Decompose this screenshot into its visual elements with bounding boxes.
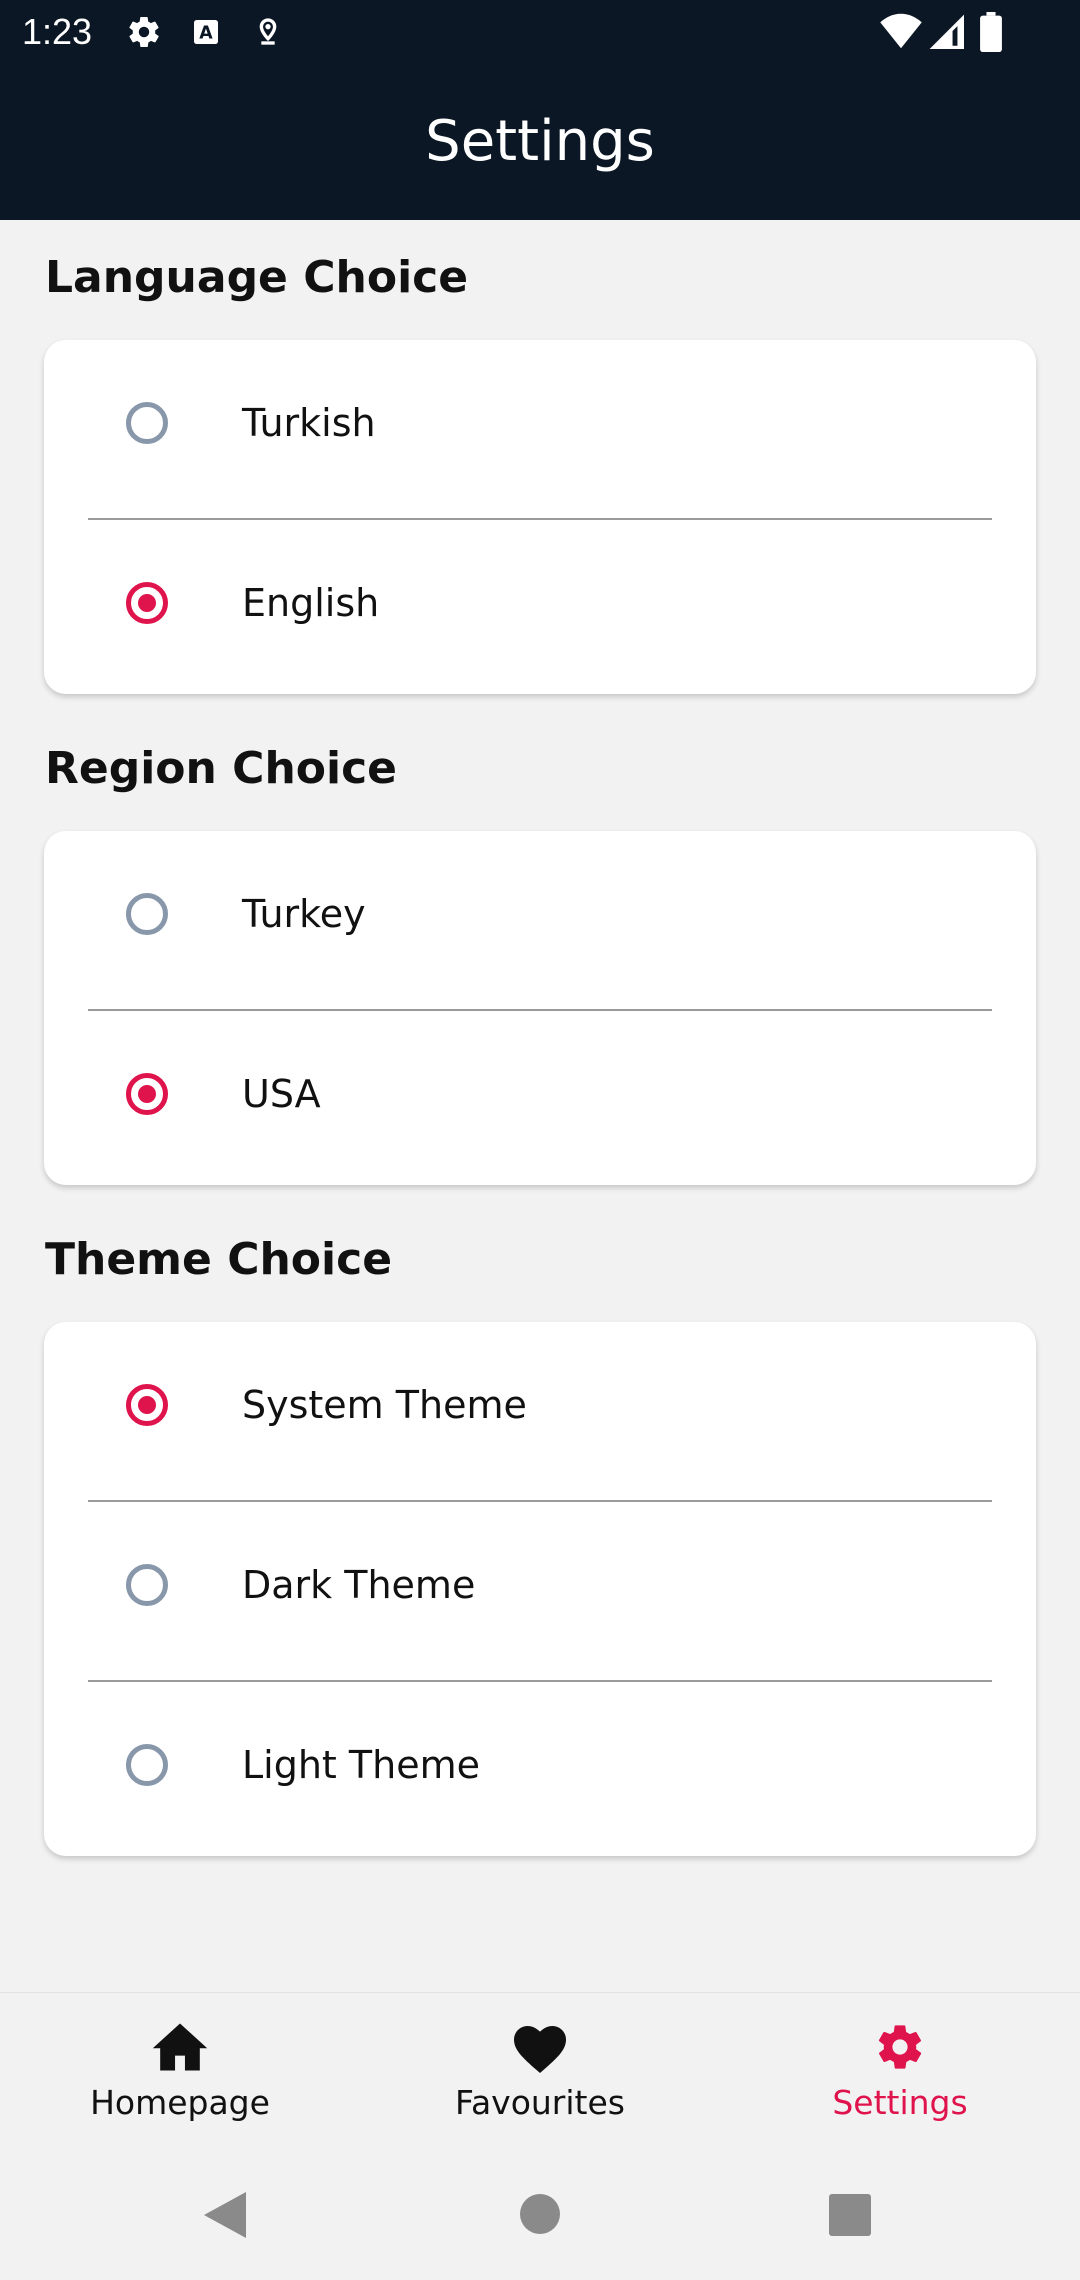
language-section-title: Language Choice [45, 252, 469, 303]
signal-icon [928, 12, 964, 54]
nav-label: Settings [832, 2083, 968, 2122]
bottom-navigation: Homepage Favourites Settings [0, 1992, 1080, 2139]
region-option-turkey[interactable]: Turkey [44, 831, 1036, 1009]
heart-icon [510, 2021, 570, 2073]
nav-item-favourites[interactable]: Favourites [360, 1993, 720, 2139]
keyboard-a-icon: A [190, 14, 222, 54]
home-circle-icon[interactable] [519, 2193, 561, 2239]
wifi-icon [880, 12, 922, 54]
option-label: Turkey [242, 892, 366, 936]
option-label: USA [242, 1072, 321, 1116]
radio-dark-theme[interactable] [126, 1564, 168, 1606]
radio-english[interactable] [126, 582, 168, 624]
status-time: 1:23 [22, 11, 93, 52]
radio-turkey[interactable] [126, 893, 168, 935]
option-label: System Theme [242, 1383, 527, 1427]
recents-icon[interactable] [829, 2194, 871, 2240]
theme-option-dark[interactable]: Dark Theme [44, 1502, 1036, 1680]
nav-item-homepage[interactable]: Homepage [0, 1993, 360, 2139]
language-option-english[interactable]: English [44, 520, 1036, 698]
theme-option-system[interactable]: System Theme [44, 1322, 1036, 1500]
status-bar: 1:23 A [0, 0, 1080, 64]
region-card: Turkey USA [44, 831, 1036, 1185]
app-bar: Settings [0, 64, 1080, 220]
option-label: Dark Theme [242, 1563, 476, 1607]
option-label: Light Theme [242, 1743, 480, 1787]
nav-item-settings[interactable]: Settings [720, 1993, 1080, 2139]
location-icon [252, 14, 284, 54]
home-icon [150, 2021, 210, 2073]
radio-system-theme[interactable] [126, 1384, 168, 1426]
theme-card: System Theme Dark Theme Light Theme [44, 1322, 1036, 1856]
back-icon[interactable] [204, 2192, 246, 2242]
nav-label: Favourites [455, 2083, 625, 2122]
gear-icon [870, 2021, 930, 2073]
battery-icon [980, 12, 1002, 56]
page-title: Settings [425, 109, 655, 174]
nav-label: Homepage [90, 2083, 270, 2122]
radio-turkish[interactable] [126, 402, 168, 444]
option-label: English [242, 581, 380, 625]
system-navigation-bar [0, 2138, 1080, 2280]
radio-usa[interactable] [126, 1073, 168, 1115]
region-option-usa[interactable]: USA [44, 1011, 1036, 1189]
language-card: Turkish English [44, 340, 1036, 694]
radio-light-theme[interactable] [126, 1744, 168, 1786]
svg-text:A: A [199, 24, 213, 44]
option-label: Turkish [242, 401, 376, 445]
language-option-turkish[interactable]: Turkish [44, 340, 1036, 518]
theme-option-light[interactable]: Light Theme [44, 1682, 1036, 1860]
theme-section-title: Theme Choice [45, 1234, 393, 1285]
gear-icon [126, 14, 162, 54]
region-section-title: Region Choice [45, 743, 398, 794]
